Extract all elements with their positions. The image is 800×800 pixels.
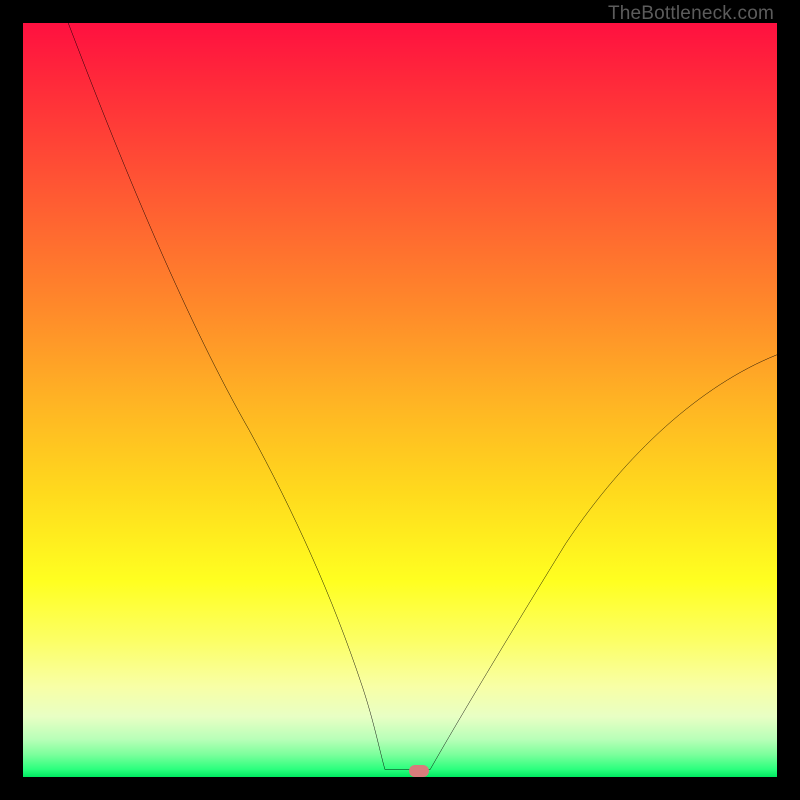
- optimal-point-marker: [409, 765, 429, 777]
- watermark-text: TheBottleneck.com: [608, 3, 774, 25]
- bottleneck-curve: [23, 23, 777, 777]
- plot-area: [23, 23, 777, 777]
- chart-frame: TheBottleneck.com: [0, 0, 800, 800]
